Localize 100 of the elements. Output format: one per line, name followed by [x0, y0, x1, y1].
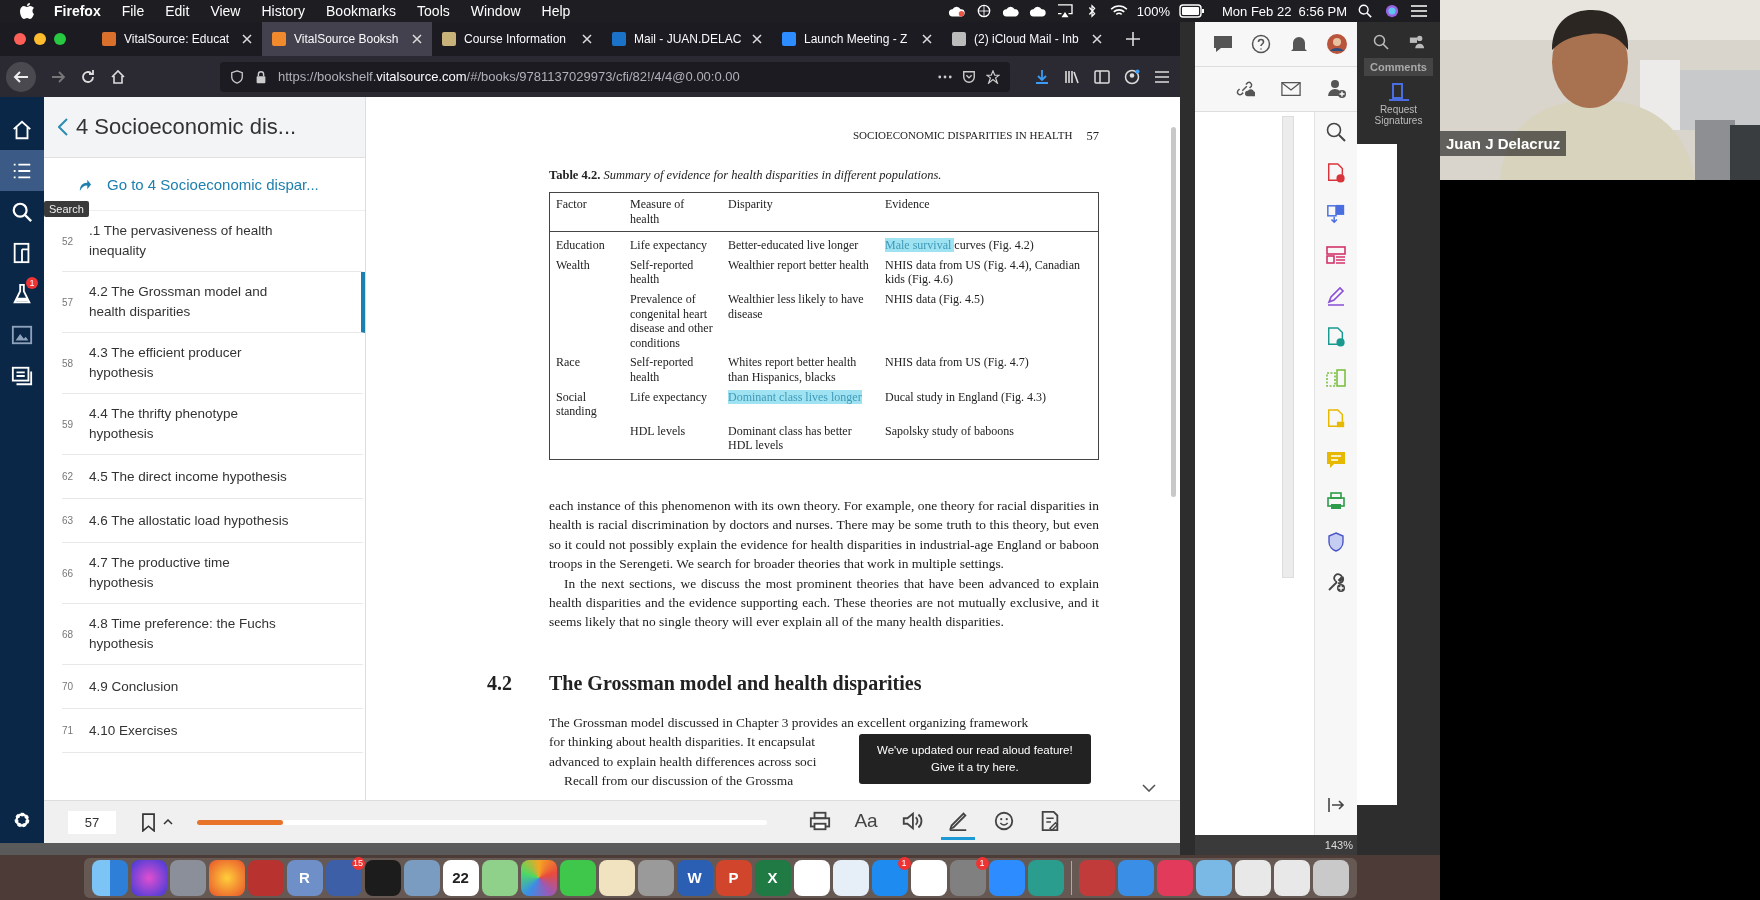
list-icon[interactable] — [1410, 4, 1428, 18]
app-icon[interactable] — [1273, 859, 1310, 896]
menu-item[interactable]: Bookmarks — [326, 3, 397, 19]
menu-icon[interactable] — [1154, 68, 1170, 85]
search-icon[interactable] — [1356, 4, 1374, 18]
rail-button[interactable]: 1 — [0, 273, 44, 314]
help-icon[interactable] — [1251, 34, 1271, 54]
reading-progress-bar[interactable] — [197, 819, 767, 825]
close-icon[interactable] — [1092, 34, 1102, 44]
star-icon[interactable] — [986, 69, 1000, 84]
forward-icon[interactable] — [50, 68, 66, 85]
cloud-icon[interactable] — [947, 4, 966, 18]
library-icon[interactable] — [1064, 68, 1080, 85]
back-chevron-icon[interactable] — [58, 118, 68, 136]
app-icon[interactable] — [559, 859, 596, 896]
app-icon[interactable]: X — [754, 859, 791, 896]
address-bar[interactable]: https://bookshelf.vitalsource.com/#/books/9781137029973/cfi/82!/4/4@0.00:0.00 — [220, 61, 1010, 92]
minimize-window-button[interactable] — [34, 33, 46, 45]
app-icon[interactable] — [520, 859, 557, 896]
font-tool-button[interactable]: Aa — [849, 804, 883, 840]
menubar-clock[interactable]: Mon Feb 22 6:56 PM — [1222, 3, 1347, 19]
menu-item[interactable]: Window — [470, 3, 521, 19]
add-person-icon[interactable] — [1327, 79, 1347, 99]
close-icon[interactable] — [582, 34, 592, 44]
app-icon[interactable] — [208, 859, 245, 896]
menu-item[interactable]: History — [261, 3, 306, 19]
sidebar-icon[interactable] — [1094, 68, 1110, 85]
sign-icon[interactable] — [1326, 286, 1346, 306]
browser-tab[interactable]: VitalSource Booksh — [262, 22, 432, 56]
cloud-icon[interactable] — [1001, 4, 1020, 18]
app-icon[interactable] — [910, 859, 947, 896]
apple-logo-icon[interactable] — [20, 3, 34, 19]
app-icon[interactable] — [1195, 859, 1232, 896]
reload-icon[interactable] — [80, 68, 96, 85]
download-icon[interactable] — [1034, 68, 1050, 85]
toc-item[interactable]: 68 4.8 Time preference: the Fuchs hypothesis — [62, 604, 365, 665]
shield-icon[interactable] — [230, 69, 244, 84]
app-icon[interactable] — [1234, 859, 1271, 896]
menu-item[interactable]: Edit — [165, 3, 190, 19]
menu-item[interactable]: View — [210, 3, 241, 19]
combine-files-icon[interactable] — [1326, 204, 1346, 224]
browser-tab[interactable]: Launch Meeting - Z — [772, 22, 942, 56]
mail-icon[interactable] — [1281, 79, 1301, 99]
pocket-icon[interactable] — [962, 69, 976, 84]
bell-icon[interactable] — [1289, 34, 1309, 54]
collapse-chevron-icon[interactable] — [1142, 784, 1156, 792]
comments-tab[interactable]: Comments — [1364, 58, 1433, 76]
caret-up-icon[interactable] — [163, 819, 173, 825]
page-number-field[interactable]: 57 — [68, 810, 116, 834]
browser-tab[interactable]: (2) iCloud Mail - Inb — [942, 22, 1112, 56]
app-icon[interactable]: 22 — [442, 859, 479, 896]
toc-item[interactable]: 58 4.3 The efficient producer hypothesis — [62, 333, 365, 394]
app-icon[interactable]: 15 — [325, 859, 362, 896]
home-icon[interactable] — [110, 68, 126, 85]
cloud-icon[interactable] — [1028, 4, 1047, 18]
avatar[interactable] — [1327, 34, 1347, 54]
app-icon[interactable]: P — [715, 859, 752, 896]
app-icon[interactable]: 1 — [949, 859, 986, 896]
people-icon[interactable] — [1408, 34, 1425, 50]
app-icon[interactable] — [481, 859, 518, 896]
menu-item[interactable]: File — [121, 3, 145, 19]
menu-item[interactable]: Help — [541, 3, 571, 19]
chat-icon[interactable] — [1213, 34, 1233, 54]
new-tab-icon[interactable] — [1126, 32, 1140, 46]
tools-icon[interactable] — [1326, 573, 1346, 593]
toc-item[interactable]: 66 4.7 The productive time hypothesis — [62, 543, 365, 604]
toc-item[interactable]: 59 4.4 The thrifty phenotype hypothesis — [62, 394, 365, 455]
app-icon[interactable] — [91, 859, 128, 896]
menu-item[interactable]: Tools — [417, 3, 450, 19]
app-icon[interactable] — [793, 859, 830, 896]
browser-tab[interactable]: Mail - JUAN.DELAC — [602, 22, 772, 56]
app-icon[interactable]: W — [676, 859, 713, 896]
organize-pages-icon[interactable] — [1326, 245, 1346, 265]
request-signatures-button[interactable]: Request Signatures — [1363, 82, 1434, 126]
close-icon[interactable] — [412, 34, 422, 44]
expand-panel-icon[interactable] — [1326, 795, 1346, 815]
shield-icon[interactable] — [1326, 532, 1346, 552]
print-icon[interactable] — [1326, 491, 1346, 511]
scrollbar[interactable] — [1282, 116, 1294, 578]
siri-icon[interactable] — [1383, 4, 1401, 18]
browser-tab[interactable]: VitalSource: Educat — [92, 22, 262, 56]
rail-button[interactable] — [0, 150, 44, 191]
search-icon[interactable] — [1372, 34, 1389, 50]
close-icon[interactable] — [752, 34, 762, 44]
wifi-icon[interactable] — [1109, 4, 1128, 18]
notification-popup[interactable]: We've updated our read aloud feature! Give it a try here. — [859, 733, 1091, 784]
back-button[interactable] — [6, 61, 36, 92]
toc-item[interactable]: 70 4.9 Conclusion — [62, 665, 365, 709]
close-window-button[interactable] — [14, 33, 26, 45]
toc-item[interactable]: 71 4.10 Exercises — [62, 709, 365, 753]
create-pdf-icon[interactable] — [1326, 163, 1346, 183]
go-to-chapter-link[interactable]: Go to 4 Socioeconomic dispar... — [107, 175, 319, 193]
toc-item[interactable]: 63 4.6 The allostatic load hypothesis — [62, 499, 365, 543]
menu-item[interactable]: Firefox — [54, 3, 101, 19]
close-icon[interactable] — [922, 34, 932, 44]
zoom-window-button[interactable] — [54, 33, 66, 45]
zoom-icon[interactable] — [1326, 122, 1346, 142]
battery-icon[interactable] — [1179, 4, 1205, 18]
toc-item[interactable]: 62 4.5 The direct income hypothesis — [62, 455, 365, 499]
airplay-icon[interactable] — [1055, 4, 1074, 18]
